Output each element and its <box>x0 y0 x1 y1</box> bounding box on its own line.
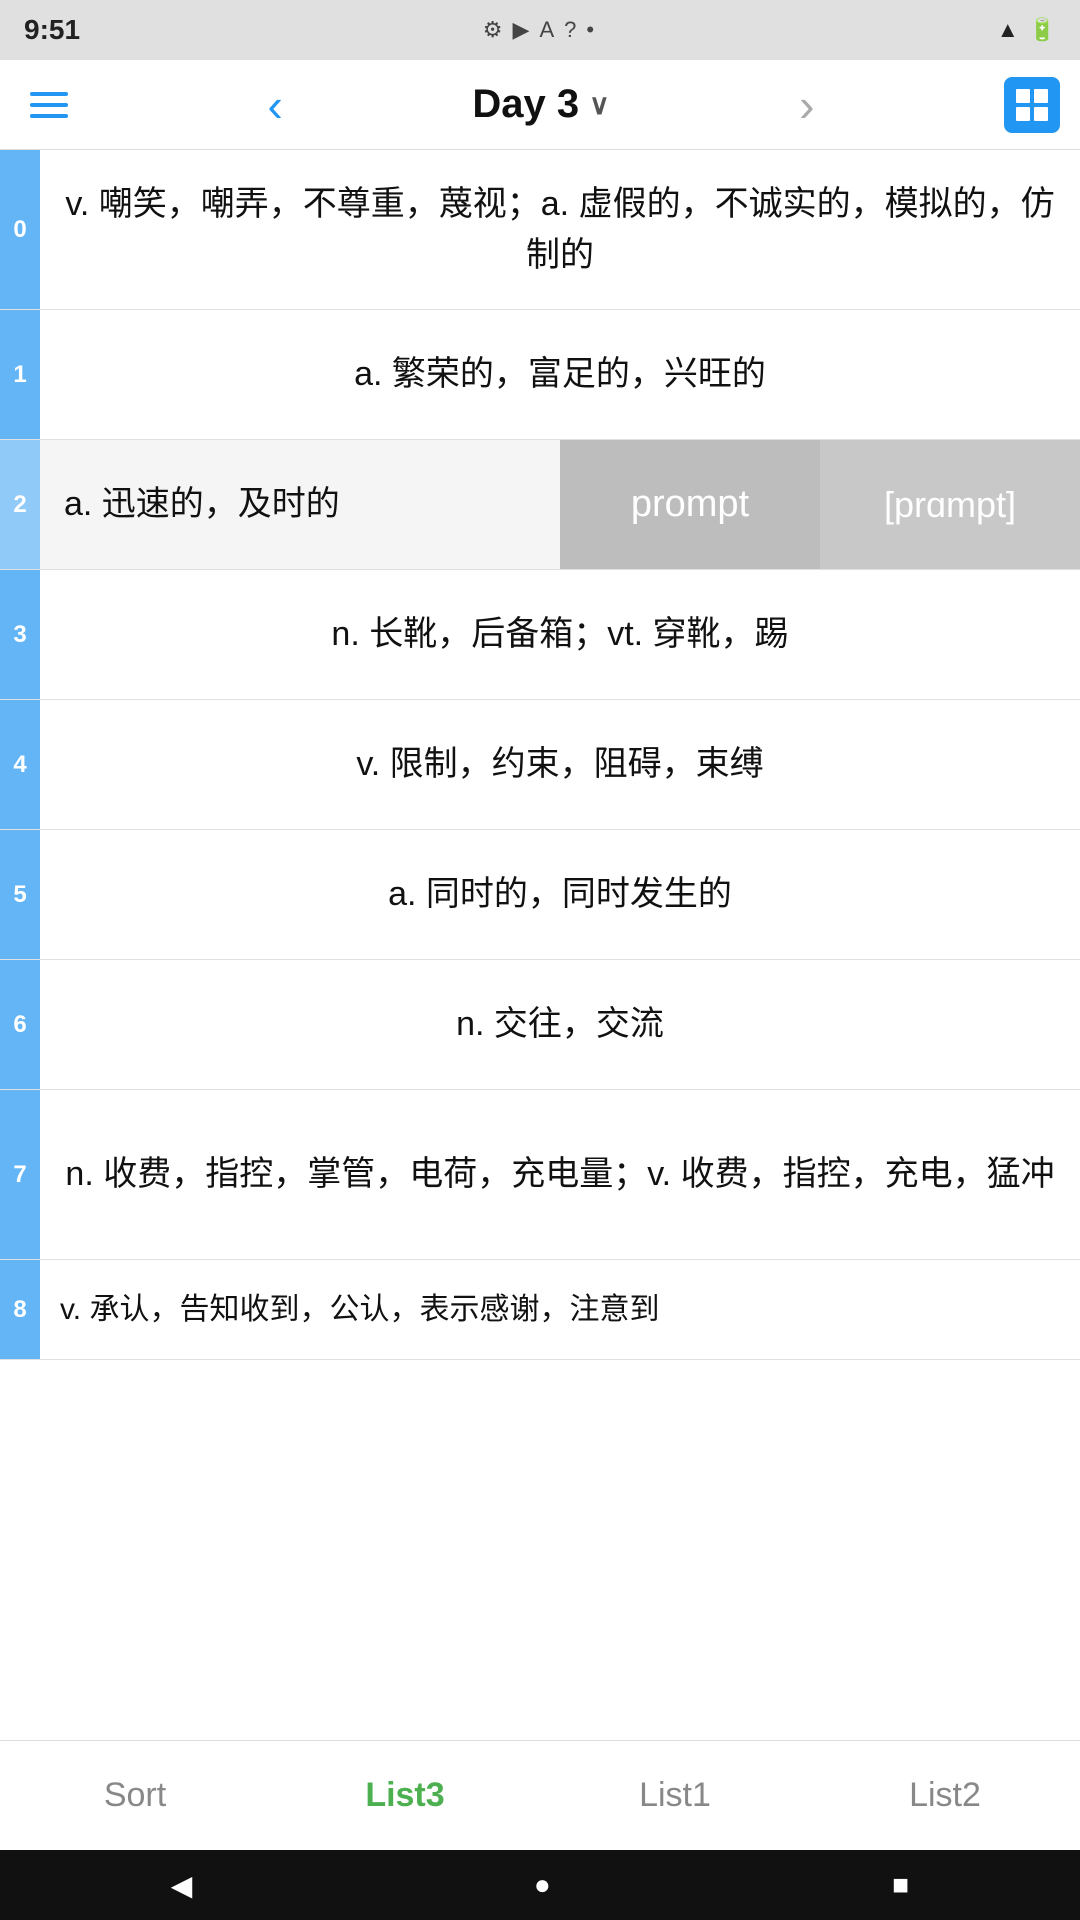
signal-icon: ▲ <box>997 17 1019 43</box>
table-row[interactable]: 7 n. 收费，指控，掌管，电荷，充电量；v. 收费，指控，充电，猛冲 <box>0 1090 1080 1260</box>
row-index-0: 0 <box>0 150 40 309</box>
word-list: 0 v. 嘲笑，嘲弄，不尊重，蔑视；a. 虚假的，不诚实的，模拟的，仿制的 1 … <box>0 150 1080 1740</box>
popup-phonetic-text: [prɑmpt] <box>820 440 1080 569</box>
word-popup[interactable]: prompt [prɑmpt] <box>560 440 1080 569</box>
row-definition-4: v. 限制，约束，阻碍，束缚 <box>40 715 1080 814</box>
nav-bar: ‹ Day 3 ∨ › <box>0 60 1080 150</box>
row-definition-5: a. 同时的，同时发生的 <box>40 845 1080 944</box>
menu-button[interactable] <box>20 82 78 128</box>
sys-back-button[interactable]: ◀ <box>141 1859 223 1912</box>
row-index-1: 1 <box>0 310 40 439</box>
row-index-8: 8 <box>0 1260 40 1359</box>
row-index-6: 6 <box>0 960 40 1089</box>
row-definition-0: v. 嘲笑，嘲弄，不尊重，蔑视；a. 虚假的，不诚实的，模拟的，仿制的 <box>40 155 1080 305</box>
tab-sort[interactable]: Sort <box>0 1741 270 1850</box>
table-row[interactable]: 3 n. 长靴，后备箱；vt. 穿靴，踢 <box>0 570 1080 700</box>
row-index-7: 7 <box>0 1090 40 1259</box>
status-icons: ⚙ ▶ A ? • <box>483 17 594 43</box>
tab-list2[interactable]: List2 <box>810 1741 1080 1850</box>
play-icon: ▶ <box>513 17 530 43</box>
sys-recent-button[interactable]: ■ <box>862 1859 939 1911</box>
status-time: 9:51 <box>24 14 80 46</box>
day-title-text: Day 3 <box>472 82 579 127</box>
text-icon: A <box>539 17 554 43</box>
wifi-icon: ? <box>564 17 576 43</box>
row-definition-7: n. 收费，指控，掌管，电荷，充电量；v. 收费，指控，充电，猛冲 <box>40 1125 1080 1224</box>
tab-list1[interactable]: List1 <box>540 1741 810 1850</box>
row-index-3: 3 <box>0 570 40 699</box>
tab-list3[interactable]: List3 <box>270 1741 540 1850</box>
row-index-2: 2 <box>0 440 40 569</box>
table-row[interactable]: 8 v. 承认，告知收到，公认，表示感谢，注意到 <box>0 1260 1080 1360</box>
row-definition-6: n. 交往，交流 <box>40 975 1080 1074</box>
status-right-icons: ▲ 🔋 <box>997 17 1056 43</box>
battery-icon: 🔋 <box>1029 17 1056 43</box>
row-definition-3: n. 长靴，后备箱；vt. 穿靴，踢 <box>40 585 1080 684</box>
status-bar: 9:51 ⚙ ▶ A ? • ▲ 🔋 <box>0 0 1080 60</box>
day-title[interactable]: Day 3 ∨ <box>472 82 609 127</box>
table-row[interactable]: 2 a. 迅速的，及时的 prompt [prɑmpt] <box>0 440 1080 570</box>
back-button[interactable]: ‹ <box>252 82 299 128</box>
table-row[interactable]: 1 a. 繁荣的，富足的，兴旺的 <box>0 310 1080 440</box>
system-nav-bar: ◀ ● ■ <box>0 1850 1080 1920</box>
table-row[interactable]: 4 v. 限制，约束，阻碍，束缚 <box>0 700 1080 830</box>
forward-button[interactable]: › <box>783 82 830 128</box>
grid-view-button[interactable] <box>1004 77 1060 133</box>
row-index-5: 5 <box>0 830 40 959</box>
dot-icon: • <box>586 17 594 43</box>
table-row[interactable]: 6 n. 交往，交流 <box>0 960 1080 1090</box>
sys-home-button[interactable]: ● <box>504 1859 581 1911</box>
popup-word-text: prompt <box>560 440 820 569</box>
settings-icon: ⚙ <box>483 17 503 43</box>
title-chevron-icon: ∨ <box>589 88 610 121</box>
row-definition-8: v. 承认，告知收到，公认，表示感谢，注意到 <box>40 1263 1080 1356</box>
table-row[interactable]: 0 v. 嘲笑，嘲弄，不尊重，蔑视；a. 虚假的，不诚实的，模拟的，仿制的 <box>0 150 1080 310</box>
bottom-tab-bar: Sort List3 List1 List2 <box>0 1740 1080 1850</box>
row-definition-1: a. 繁荣的，富足的，兴旺的 <box>40 325 1080 424</box>
table-row[interactable]: 5 a. 同时的，同时发生的 <box>0 830 1080 960</box>
row-index-4: 4 <box>0 700 40 829</box>
